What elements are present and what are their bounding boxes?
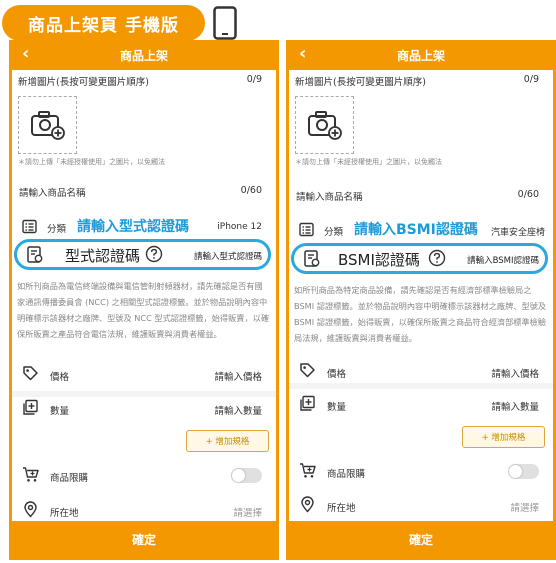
back-button[interactable]: ‹ bbox=[299, 43, 306, 64]
divider bbox=[289, 383, 553, 389]
location-icon bbox=[301, 496, 314, 513]
category-label: 分類 bbox=[47, 224, 67, 235]
location-select[interactable]: 請選擇 bbox=[233, 505, 262, 519]
page-badge: 商品上架頁 手機版 bbox=[2, 5, 205, 41]
list-icon bbox=[299, 222, 314, 237]
location-row[interactable]: 所在地 請選擇 bbox=[12, 501, 276, 521]
nav-bar: ‹ 商品上架 bbox=[12, 40, 276, 70]
product-name-count: 0/60 bbox=[240, 185, 262, 196]
category-label: 分類 bbox=[324, 227, 344, 238]
list-icon bbox=[22, 219, 37, 234]
image-count: 0/9 bbox=[523, 74, 539, 85]
certification-field[interactable]: 型式認證碼 請輸入型式認證碼 bbox=[14, 239, 271, 270]
new-image-label: 新增圖片(長按可變更圖片順序) bbox=[295, 77, 426, 88]
upload-hint: ＊請勿上傳「未經授權使用」之圖片，以免觸法 bbox=[18, 158, 165, 166]
certification-placeholder: 請輸入型式認證碼 bbox=[193, 252, 262, 262]
tag-icon bbox=[300, 363, 315, 378]
phone-screen-right: ‹ 商品上架 新增圖片(長按可變更圖片順序) 0/9 ＊請勿上傳「未經授權使用」… bbox=[286, 40, 556, 560]
price-row[interactable]: 價格 請輸入價格 bbox=[12, 365, 276, 385]
quantity-icon bbox=[23, 399, 38, 415]
purchase-limit-row: 商品限購 bbox=[289, 462, 553, 482]
category-row[interactable]: 分類 請輸入型式認證碼 iPhone 12 bbox=[12, 218, 276, 238]
price-input[interactable]: 請輸入價格 bbox=[214, 369, 262, 383]
location-label: 所在地 bbox=[327, 503, 356, 514]
certification-notice: 如所刊商品為電信終端設備與電信管制射頻器材，請先確認是否有國家通訊傳播委員會 (… bbox=[17, 281, 270, 339]
camera-icon bbox=[307, 111, 342, 140]
divider bbox=[12, 391, 276, 397]
quantity-row[interactable]: 數量 請輸入數量 bbox=[289, 395, 553, 415]
certification-label: 型式認證碼 bbox=[65, 247, 141, 265]
product-name-label: 請輸入商品名稱 bbox=[19, 188, 86, 199]
certification-label: BSMI認證碼 bbox=[338, 251, 420, 269]
cart-icon bbox=[300, 463, 316, 478]
price-label: 價格 bbox=[50, 372, 70, 383]
price-input[interactable]: 請輸入價格 bbox=[491, 366, 539, 380]
location-row[interactable]: 所在地 請選擇 bbox=[289, 496, 553, 516]
price-label: 價格 bbox=[327, 369, 347, 380]
help-icon[interactable] bbox=[145, 245, 163, 263]
add-spec-button[interactable]: + 增加規格 bbox=[462, 426, 545, 448]
purchase-limit-toggle[interactable] bbox=[231, 468, 262, 483]
new-image-label: 新增圖片(長按可變更圖片順序) bbox=[18, 77, 149, 88]
purchase-limit-label: 商品限購 bbox=[327, 469, 366, 480]
annotation-text: 請輸入型式認證碼 bbox=[77, 219, 189, 235]
phone-screen-left: ‹ 商品上架 新增圖片(長按可變更圖片順序) 0/9 ＊請勿上傳「未經授權使用」… bbox=[9, 40, 279, 560]
category-value: 汽車安全座椅 bbox=[490, 228, 545, 238]
product-name-label: 請輸入商品名稱 bbox=[296, 192, 363, 203]
purchase-limit-row: 商品限購 bbox=[12, 466, 276, 486]
confirm-button[interactable]: 確定 bbox=[12, 521, 276, 557]
certification-placeholder: 請輸入BSMI認證碼 bbox=[467, 256, 539, 266]
certificate-icon bbox=[27, 246, 43, 263]
camera-icon bbox=[30, 111, 65, 140]
image-count: 0/9 bbox=[246, 74, 262, 85]
purchase-limit-toggle[interactable] bbox=[508, 464, 539, 479]
quantity-input[interactable]: 請輸入數量 bbox=[491, 399, 539, 413]
location-icon bbox=[24, 501, 37, 518]
certificate-icon bbox=[304, 250, 320, 267]
back-button[interactable]: ‹ bbox=[22, 43, 29, 64]
nav-title: 商品上架 bbox=[119, 48, 168, 63]
confirm-button[interactable]: 確定 bbox=[289, 521, 553, 557]
price-row[interactable]: 價格 請輸入價格 bbox=[289, 362, 553, 382]
quantity-row[interactable]: 數量 請輸入數量 bbox=[12, 399, 276, 419]
tag-icon bbox=[23, 366, 38, 381]
image-upload-button[interactable] bbox=[18, 96, 77, 154]
add-spec-button[interactable]: + 增加規格 bbox=[186, 430, 269, 452]
certification-field[interactable]: BSMI認證碼 請輸入BSMI認證碼 bbox=[291, 243, 548, 274]
quantity-label: 數量 bbox=[50, 406, 70, 417]
location-label: 所在地 bbox=[50, 508, 79, 519]
nav-title: 商品上架 bbox=[396, 48, 445, 63]
category-value: iPhone 12 bbox=[217, 222, 262, 232]
annotation-text: 請輸入BSMI認證碼 bbox=[354, 222, 478, 238]
purchase-limit-label: 商品限購 bbox=[50, 473, 89, 484]
quantity-icon bbox=[300, 395, 315, 411]
quantity-label: 數量 bbox=[327, 402, 347, 413]
help-icon[interactable] bbox=[428, 249, 446, 267]
location-select[interactable]: 請選擇 bbox=[510, 500, 539, 514]
phone-icon bbox=[213, 6, 237, 40]
product-name-count: 0/60 bbox=[517, 189, 539, 200]
nav-bar: ‹ 商品上架 bbox=[289, 40, 553, 70]
category-row[interactable]: 分類 請輸入BSMI認證碼 汽車安全座椅 bbox=[289, 221, 553, 241]
certification-notice: 如所刊商品為特定商品設備，請先確認是否有經濟部標準檢驗局之 BSMI 認證標籤。… bbox=[294, 285, 547, 343]
cart-icon bbox=[23, 467, 39, 482]
upload-hint: ＊請勿上傳「未經授權使用」之圖片，以免觸法 bbox=[295, 158, 442, 166]
image-upload-button[interactable] bbox=[295, 96, 354, 154]
quantity-input[interactable]: 請輸入數量 bbox=[214, 403, 262, 417]
